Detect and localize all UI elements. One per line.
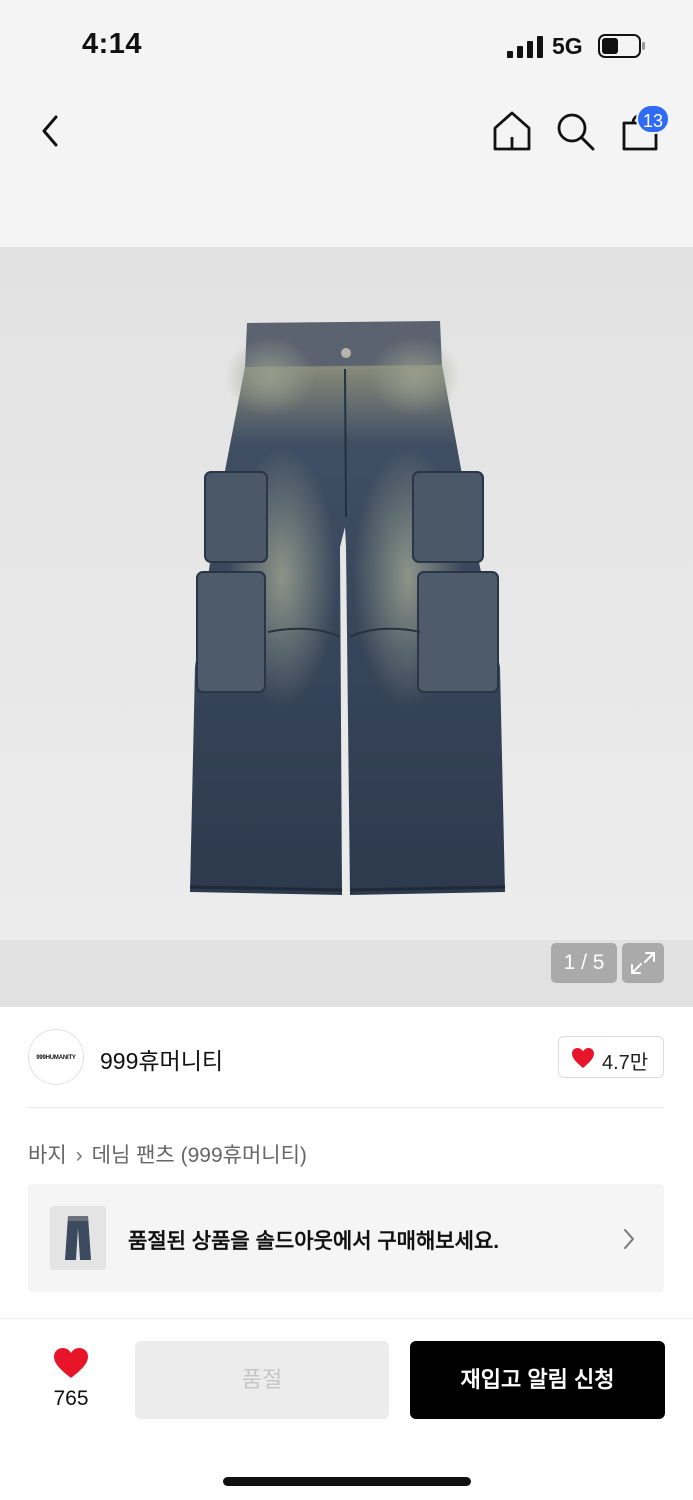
- expand-icon: [631, 952, 655, 974]
- breadcrumb: 바지 › 데님 팬츠 (999휴머니티): [28, 1139, 307, 1169]
- soldout-banner-text: 품절된 상품을 솔드아웃에서 구매해보세요.: [128, 1230, 500, 1253]
- bottom-action-bar: 765 품절 재입고 알림 신청: [0, 1318, 693, 1500]
- breadcrumb-subcategory[interactable]: 데님 팬츠 (999휴머니티): [92, 1144, 307, 1167]
- wishlist-heart-icon[interactable]: [53, 1347, 89, 1379]
- cart-count-badge[interactable]: 13: [636, 104, 670, 134]
- jeans-thumbnail-icon: [65, 1216, 91, 1260]
- chevron-right-icon: [624, 1229, 634, 1249]
- status-bar: 4:14 5G: [0, 0, 693, 92]
- breadcrumb-category[interactable]: 바지: [28, 1144, 67, 1167]
- brand-like-count: 4.7만: [602, 1052, 649, 1074]
- wishlist-count: 765: [53, 1387, 89, 1410]
- brand-like-button[interactable]: 4.7만: [558, 1036, 664, 1078]
- heart-icon: [572, 1048, 594, 1068]
- search-icon[interactable]: [552, 108, 598, 154]
- expand-image-button[interactable]: [622, 943, 664, 983]
- product-image-denim-cargo-pants[interactable]: [0, 247, 693, 940]
- network-label: 5G: [552, 33, 583, 59]
- signal-icon: [507, 36, 543, 58]
- soldout-banner[interactable]: 품절된 상품을 솔드아웃에서 구매해보세요.: [28, 1184, 664, 1292]
- product-gallery[interactable]: 1 / 5: [0, 247, 693, 1007]
- status-time: 4:14: [82, 28, 143, 60]
- soldout-button: 품절: [135, 1341, 389, 1419]
- soldout-thumbnail: [50, 1206, 106, 1270]
- brand-logo[interactable]: 999HUMANITY: [28, 1029, 84, 1085]
- restock-alert-button[interactable]: 재입고 알림 신청: [410, 1341, 665, 1419]
- image-page-indicator: 1 / 5: [551, 943, 617, 983]
- brand-name[interactable]: 999휴머니티: [100, 1042, 223, 1076]
- top-nav-bar: 13: [0, 92, 693, 247]
- back-arrow-icon[interactable]: [30, 109, 70, 153]
- battery-icon: [598, 34, 645, 58]
- home-icon[interactable]: [488, 108, 536, 154]
- home-indicator[interactable]: [223, 1477, 471, 1486]
- divider: [28, 1107, 664, 1108]
- chevron-right-small-icon: ›: [75, 1144, 83, 1167]
